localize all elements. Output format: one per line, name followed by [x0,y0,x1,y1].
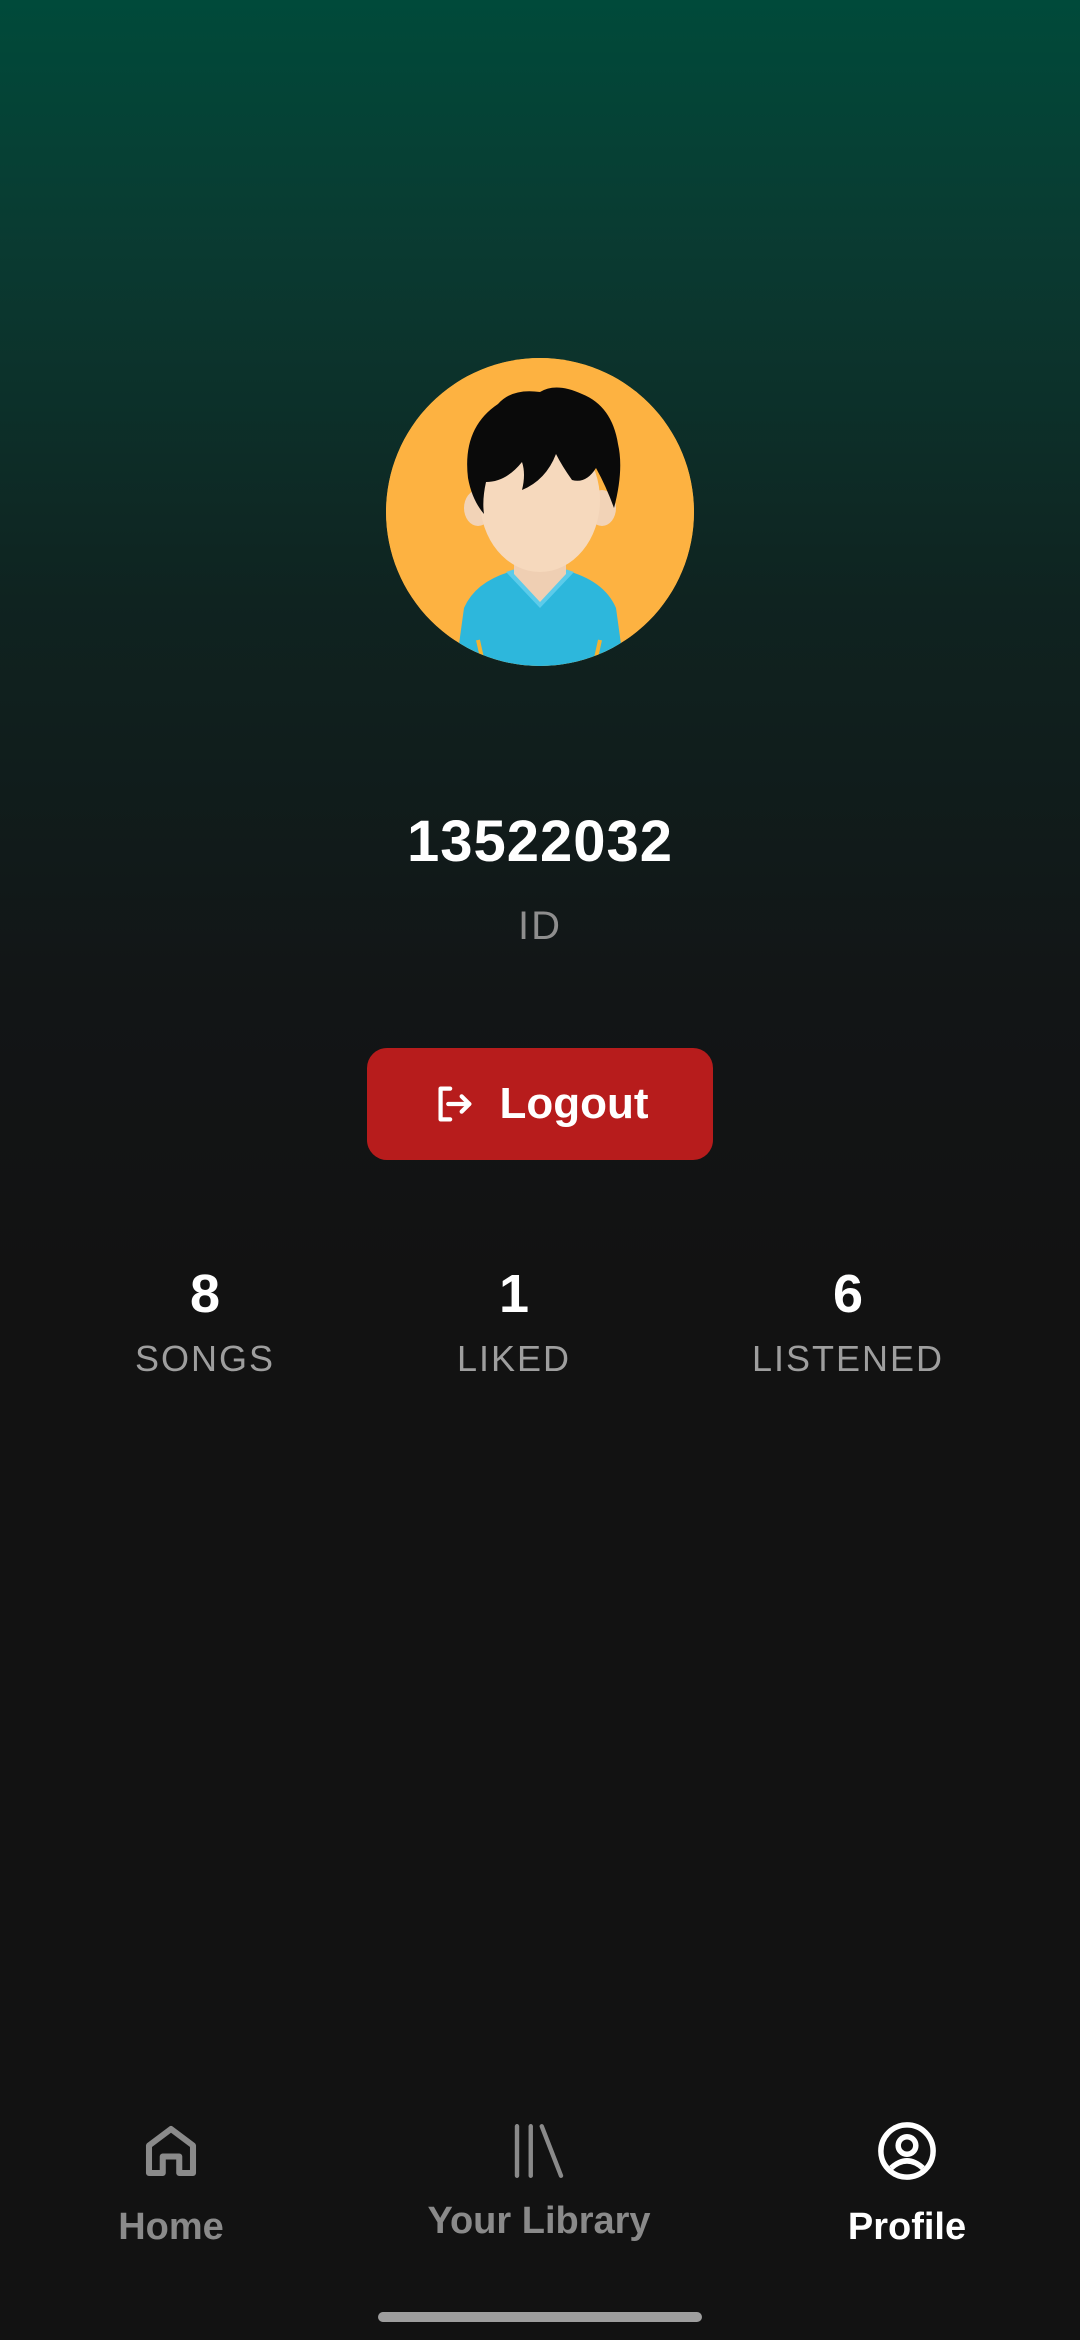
logout-button[interactable]: Logout [367,1048,713,1160]
user-id: 13522032 [406,809,674,874]
nav-label-home: Home [118,2206,224,2248]
stat-liked-value: 1 [498,1264,530,1324]
stat-listened-value: 6 [832,1264,864,1324]
profile-icon [878,2122,936,2180]
bottom-navigation: Home Your Library Profile [0,2080,1080,2340]
nav-label-library: Your Library [427,2200,651,2242]
nav-item-home[interactable]: Home [21,2118,321,2338]
nav-item-profile[interactable]: Profile [757,2118,1057,2338]
user-avatar-illustration [386,358,694,666]
stat-songs-label: SONGS [134,1338,276,1379]
logout-label: Logout [499,1079,649,1128]
nav-label-profile: Profile [847,2206,967,2248]
stat-liked: 1 LIKED [364,1262,664,1380]
library-icon [514,2124,564,2178]
stat-liked-label: LIKED [456,1338,572,1379]
stat-songs-value: 8 [189,1264,221,1324]
stat-listened-label: LISTENED [751,1338,945,1379]
nav-item-library[interactable]: Your Library [389,2118,689,2338]
home-icon [145,2125,197,2177]
stat-listened: 6 LISTENED [698,1262,998,1380]
home-indicator[interactable] [378,2312,702,2322]
id-label: ID [518,904,562,948]
stat-songs: 8 SONGS [55,1262,355,1380]
logout-icon [438,1086,472,1122]
profile-screen: 13522032 ID Logout 8 SONGS 1 LIKED 6 LIS… [0,0,1080,2340]
avatar [386,358,694,666]
